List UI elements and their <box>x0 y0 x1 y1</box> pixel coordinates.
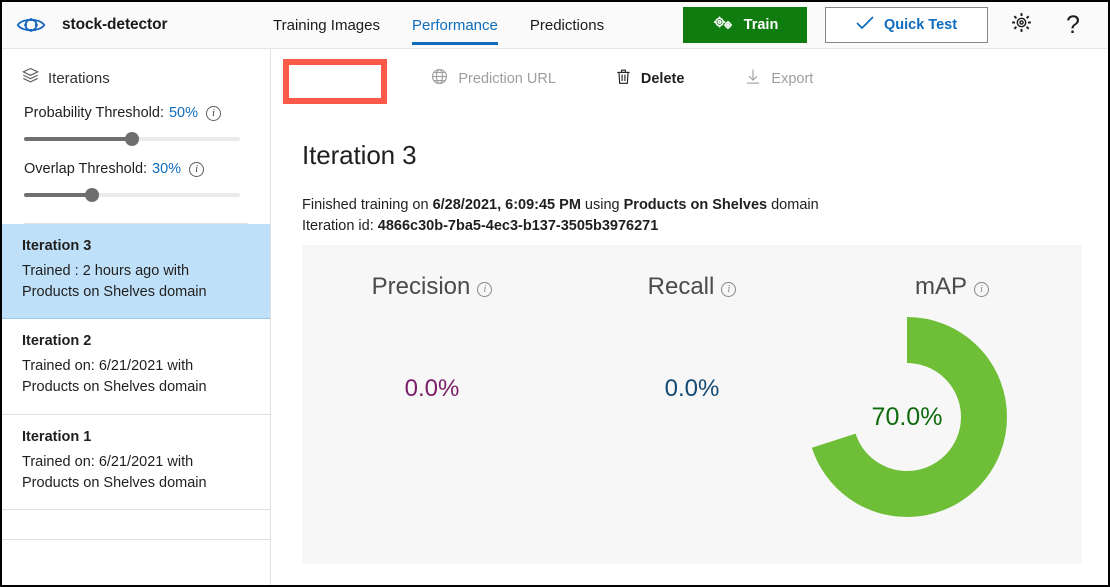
recall-value: 0.0% <box>562 375 822 403</box>
overlap-threshold-row: Overlap Threshold: 30% i <box>24 161 248 177</box>
iterations-heading-label: Iterations <box>48 70 110 87</box>
info-icon[interactable]: i <box>974 282 989 297</box>
brand: stock-detector <box>2 12 257 38</box>
trash-icon <box>616 68 631 89</box>
map-donut-value: 70.0% <box>807 317 1007 517</box>
prediction-url-label: Prediction URL <box>458 71 556 87</box>
iteration-subtitle: Trained : 2 hours ago with Products on S… <box>22 261 250 302</box>
project-title: stock-detector <box>62 16 167 34</box>
overlap-threshold-slider[interactable] <box>24 187 240 203</box>
sidebar-item-iteration-2[interactable]: Iteration 2 Trained on: 6/21/2021 with P… <box>2 319 270 414</box>
slider-thumb[interactable] <box>85 188 99 202</box>
map-donut-chart: 70.0% <box>807 317 1007 517</box>
slider-fill <box>24 193 92 197</box>
sidebar-item-iteration-3[interactable]: Iteration 3 Trained : 2 hours ago with P… <box>2 224 270 319</box>
recall-header: Recall i <box>648 273 737 301</box>
iteration-id-value: 4866c30b-7ba5-4ec3-b137-3505b3976271 <box>378 218 659 234</box>
train-button[interactable]: Train <box>683 7 807 43</box>
gears-icon <box>712 14 734 36</box>
probability-threshold-row: Probability Threshold: 50% i <box>24 105 248 121</box>
prediction-url-button[interactable]: Prediction URL <box>419 59 568 99</box>
probability-threshold-slider[interactable] <box>24 131 240 147</box>
info-icon[interactable]: i <box>189 162 204 177</box>
finished-training-line: Finished training on 6/28/2021, 6:09:45 … <box>302 195 1108 216</box>
finished-prefix: Finished training on <box>302 197 433 213</box>
precision-header: Precision i <box>372 273 493 301</box>
finished-suffix: domain <box>767 197 819 213</box>
slider-thumb[interactable] <box>125 132 139 146</box>
finished-domain: Products on Shelves <box>624 197 767 213</box>
iteration-subtitle: Trained on: 6/21/2021 with Products on S… <box>22 356 250 397</box>
threshold-controls: Probability Threshold: 50% i Overlap Thr… <box>2 89 270 224</box>
iteration-meta: Finished training on 6/28/2021, 6:09:45 … <box>272 195 1108 237</box>
iteration-id-label: Iteration id: <box>302 218 378 234</box>
globe-icon <box>431 68 448 89</box>
iteration-id-line: Iteration id: 4866c30b-7ba5-4ec3-b137-35… <box>302 216 1108 237</box>
delete-button[interactable]: Delete <box>604 59 697 99</box>
iteration-subtitle: Trained on: 6/21/2021 with Products on S… <box>22 452 250 493</box>
tab-predictions[interactable]: Predictions <box>514 2 620 49</box>
precision-value: 0.0% <box>302 375 562 403</box>
quick-test-button[interactable]: Quick Test <box>825 7 988 43</box>
info-icon[interactable]: i <box>206 106 221 121</box>
question-mark-icon: ? <box>1066 13 1080 38</box>
finished-mid: using <box>581 197 624 213</box>
slider-fill <box>24 137 132 141</box>
map-label: mAP <box>915 273 967 301</box>
metric-col-precision: Precision i <box>302 273 562 301</box>
page-title: Iteration 3 <box>272 140 1108 171</box>
info-icon[interactable]: i <box>721 282 736 297</box>
sidebar-item-iteration-1[interactable]: Iteration 1 Trained on: 6/21/2021 with P… <box>2 415 270 510</box>
main-nav: Training Images Performance Predictions <box>257 2 620 49</box>
map-header: mAP i <box>915 273 989 301</box>
download-icon <box>745 68 761 89</box>
app-window: stock-detector Training Images Performan… <box>0 0 1110 587</box>
layers-icon <box>22 67 39 89</box>
iteration-title: Iteration 1 <box>22 429 250 445</box>
info-icon[interactable]: i <box>477 282 492 297</box>
probability-threshold-value: 50% <box>169 105 198 121</box>
tab-training-images[interactable]: Training Images <box>257 2 396 49</box>
tab-performance[interactable]: Performance <box>396 2 514 49</box>
overlap-threshold-label: Overlap Threshold: <box>24 161 147 177</box>
iteration-title: Iteration 3 <box>22 238 250 254</box>
export-button[interactable]: Export <box>733 59 825 99</box>
settings-button[interactable] <box>1002 6 1040 44</box>
app-header: stock-detector Training Images Performan… <box>2 2 1108 49</box>
checkmark-icon <box>856 16 874 34</box>
metric-headers: Precision i Recall i mAP i <box>302 245 1082 301</box>
metric-col-map: mAP i <box>822 273 1082 301</box>
gear-icon <box>1010 11 1033 39</box>
recall-label: Recall <box>648 273 715 301</box>
quick-test-label: Quick Test <box>884 17 957 33</box>
delete-label: Delete <box>641 71 685 87</box>
export-label: Export <box>771 71 813 87</box>
main-content: Publish Prediction URL <box>272 49 1108 585</box>
publish-button[interactable]: Publish <box>283 59 386 99</box>
overlap-threshold-value: 30% <box>152 161 181 177</box>
finished-timestamp: 6/28/2021, 6:09:45 PM <box>433 197 581 213</box>
metrics-panel: Precision i Recall i mAP i <box>302 245 1082 564</box>
checkmark-icon <box>295 70 312 87</box>
sidebar: Iterations Probability Threshold: 50% i … <box>2 49 271 585</box>
probability-threshold-label: Probability Threshold: <box>24 105 164 121</box>
sidebar-list-end <box>2 510 270 540</box>
iteration-toolbar: Publish Prediction URL <box>272 49 1108 108</box>
header-actions: Train Quick Test <box>683 6 1108 44</box>
iteration-title: Iteration 2 <box>22 333 250 349</box>
train-button-label: Train <box>744 17 779 33</box>
help-button[interactable]: ? <box>1054 6 1092 44</box>
iterations-heading: Iterations <box>2 49 270 89</box>
publish-label: Publish <box>322 71 374 87</box>
precision-label: Precision <box>372 273 471 301</box>
eye-gear-icon <box>16 12 46 38</box>
metric-col-recall: Recall i <box>562 273 822 301</box>
